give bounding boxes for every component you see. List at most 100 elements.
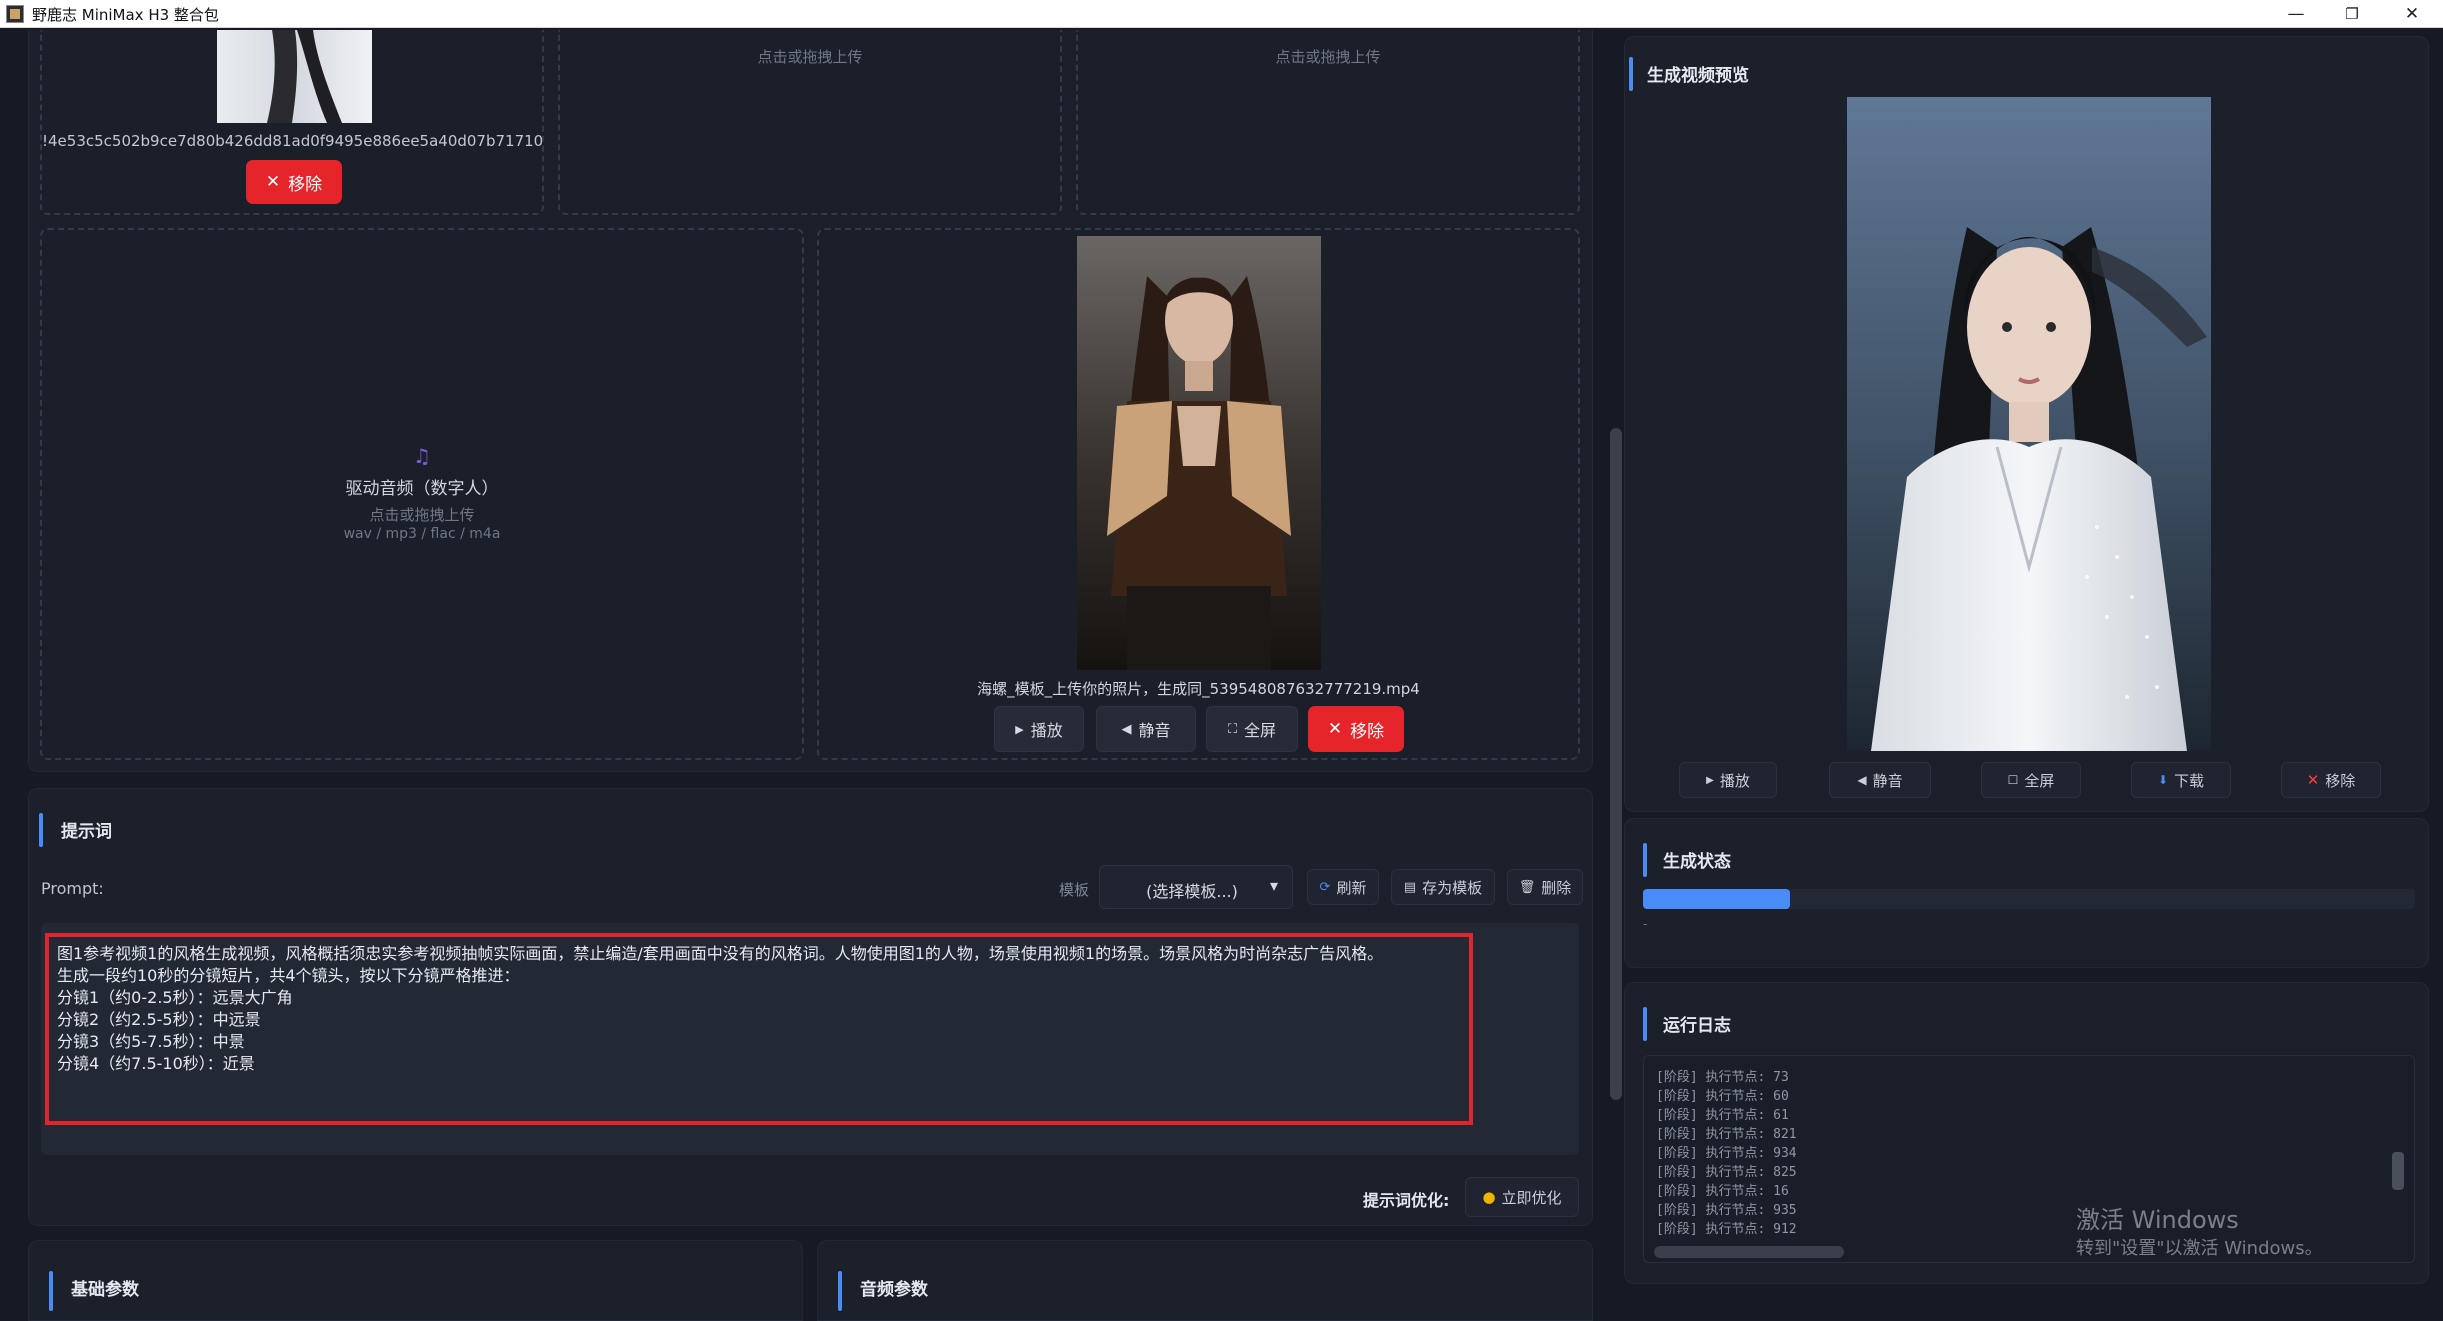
play-label: 播放 — [1030, 721, 1063, 740]
prompt-label: Prompt: — [41, 879, 104, 898]
progress-fill — [1643, 889, 1790, 909]
preview-fullscreen-button[interactable]: ☐ 全屏 — [1981, 762, 2081, 798]
remove-label: 移除 — [1350, 721, 1385, 742]
play-icon: ▶ — [1706, 774, 1714, 786]
preview-remove-button[interactable]: ✕ 移除 — [2281, 762, 2381, 798]
section-accent — [1643, 1007, 1647, 1041]
prompt-line: 生成一段约10秒的分镜短片，共4个镜头，按以下分镜严格推进： — [57, 966, 520, 985]
chevron-down-icon: ▾ — [1270, 876, 1279, 895]
main-scrollbar-track[interactable] — [1608, 30, 1624, 1321]
refresh-label: 刷新 — [1336, 878, 1367, 897]
save-template-button[interactable]: ▤ 存为模板 — [1391, 869, 1495, 905]
play-icon: ▶ — [1015, 722, 1024, 736]
template-label: 模板 — [1059, 881, 1090, 899]
audio-params-panel: 音频参数 — [817, 1240, 1593, 1321]
image-upload-card-1[interactable]: !4e53c5c502b9ce7d80b426dd81ad0f9495e886e… — [40, 30, 544, 215]
music-note-icon: ♫ — [413, 444, 431, 468]
preview-panel: 生成视频预览 ▶ 播放 ◀ 静音 ☐ 全屏 ⬇ 下载 ✕ 移除 — [1624, 36, 2429, 812]
optimize-now-button[interactable]: ● 立即优化 — [1465, 1177, 1579, 1217]
upload-hint: 点击或拖拽上传 — [757, 48, 863, 66]
preview-mute-button[interactable]: ◀ 静音 — [1829, 762, 1931, 798]
fullscreen-label: 全屏 — [1244, 721, 1277, 740]
save-template-label: 存为模板 — [1422, 878, 1483, 897]
template-select[interactable]: (选择模板...) ▾ — [1099, 865, 1293, 909]
remove-label: 移除 — [2325, 771, 2356, 790]
basic-params-title: 基础参数 — [71, 1280, 139, 1300]
section-accent — [1629, 57, 1633, 91]
log-line: [阶段] 执行节点: 73 — [1656, 1070, 1789, 1085]
play-button[interactable]: ▶ 播放 — [994, 706, 1084, 752]
upload-hint: 点击或拖拽上传 — [369, 506, 475, 524]
refresh-button[interactable]: ⟳ 刷新 — [1307, 869, 1379, 905]
video-filename: 海螺_模板_上传你的照片，生成同_539548087632777219.mp4 — [977, 680, 1420, 698]
app-icon — [6, 5, 24, 23]
section-accent — [49, 1271, 53, 1311]
title-bar: 野鹿志 MiniMax H3 整合包 — ❐ ✕ — [0, 0, 2443, 28]
log-line: [阶段] 执行节点: 935 — [1656, 1203, 1797, 1218]
status-title: 生成状态 — [1663, 852, 1731, 872]
speaker-mute-icon: ◀ — [1857, 773, 1867, 787]
optimize-label: 提示词优化: — [1363, 1191, 1450, 1210]
log-line: [阶段] 执行节点: 912 — [1656, 1222, 1797, 1237]
speaker-mute-icon: ◀ — [1121, 721, 1132, 737]
prompt-line: 分镜3（约5-7.5秒）：中景 — [57, 1032, 245, 1051]
window-title: 野鹿志 MiniMax H3 整合包 — [32, 6, 219, 24]
activation-watermark-text: 转到"设置"以激活 Windows。 — [2076, 1238, 2323, 1259]
status-text: - — [1643, 917, 1648, 931]
fullscreen-label: 全屏 — [2024, 771, 2055, 790]
download-icon: ⬇ — [2157, 773, 2169, 787]
close-window-button[interactable]: ✕ — [2382, 0, 2442, 28]
remove-image-button[interactable]: ✕ 移除 — [246, 160, 342, 204]
main-scrollbar-thumb[interactable] — [1610, 428, 1622, 1100]
audio-upload-card[interactable]: ♫ 驱动音频（数字人） 点击或拖拽上传 wav / mp3 / flac / m… — [40, 228, 804, 760]
minimize-button[interactable]: — — [2266, 0, 2326, 28]
log-line: [阶段] 执行节点: 16 — [1656, 1184, 1789, 1199]
section-accent — [39, 813, 43, 847]
video-upload-card[interactable]: 海螺_模板_上传你的照片，生成同_539548087632777219.mp4 … — [817, 228, 1580, 760]
section-accent — [1643, 843, 1647, 877]
status-panel: 生成状态 - — [1624, 818, 2429, 968]
trash-icon: 🗑 — [1518, 879, 1536, 895]
delete-label: 删除 — [1541, 878, 1572, 897]
mute-button[interactable]: ◀ 静音 — [1096, 706, 1196, 752]
preview-play-button[interactable]: ▶ 播放 — [1679, 762, 1777, 798]
prompt-textarea[interactable]: 图1参考视频1的风格生成视频，风格概括须忠实参考视频抽帧实际画面，禁止编造/套用… — [41, 923, 1579, 1155]
maximize-button[interactable]: ❐ — [2322, 0, 2382, 28]
fullscreen-button[interactable]: ⛶ 全屏 — [1206, 706, 1298, 752]
mute-label: 静音 — [1138, 721, 1171, 740]
lightbulb-icon: ● — [1482, 1188, 1496, 1206]
image-upload-card-3[interactable]: 点击或拖拽上传 — [1076, 30, 1580, 215]
basic-params-panel: 基础参数 — [28, 1240, 803, 1321]
prompt-line: 图1参考视频1的风格生成视频，风格概括须忠实参考视频抽帧实际画面，禁止编造/套用… — [57, 944, 1384, 963]
section-accent — [838, 1271, 842, 1311]
fullscreen-icon: ⛶ — [1227, 721, 1238, 737]
image-upload-card-2[interactable]: 点击或拖拽上传 — [558, 30, 1062, 215]
log-lines: [阶段] 执行节点: 73 [阶段] 执行节点: 60 [阶段] 执行节点: 6… — [1656, 1068, 1797, 1239]
close-icon: ✕ — [1327, 719, 1343, 739]
log-line: [阶段] 执行节点: 61 — [1656, 1108, 1789, 1123]
prompt-line: 分镜4（约7.5-10秒）：近景 — [57, 1054, 255, 1073]
template-select-value: (选择模板...) — [1146, 882, 1238, 901]
log-horizontal-scrollbar[interactable] — [1654, 1246, 1844, 1258]
close-icon: ✕ — [265, 172, 281, 192]
log-line: [阶段] 执行节点: 60 — [1656, 1089, 1789, 1104]
log-output[interactable]: [阶段] 执行节点: 73 [阶段] 执行节点: 60 [阶段] 执行节点: 6… — [1643, 1055, 2415, 1263]
log-title: 运行日志 — [1663, 1016, 1731, 1036]
save-icon: ▤ — [1403, 879, 1417, 895]
preview-download-button[interactable]: ⬇ 下载 — [2131, 762, 2231, 798]
fullscreen-icon: ☐ — [2007, 773, 2019, 787]
activation-watermark-title: 激活 Windows — [2076, 1206, 2239, 1234]
prompt-line: 分镜2（约2.5-5秒）：中远景 — [57, 1010, 261, 1029]
remove-video-button[interactable]: ✕ 移除 — [1308, 706, 1404, 752]
prompt-section-title: 提示词 — [61, 822, 112, 842]
delete-template-button[interactable]: 🗑 删除 — [1507, 869, 1583, 905]
optimize-now-label: 立即优化 — [1501, 1188, 1562, 1207]
prompt-text: 图1参考视频1的风格生成视频，风格概括须忠实参考视频抽帧实际画面，禁止编造/套用… — [57, 943, 1383, 1075]
close-icon: ✕ — [2306, 771, 2320, 789]
audio-card-title: 驱动音频（数字人） — [345, 479, 499, 499]
log-line: [阶段] 执行节点: 825 — [1656, 1165, 1797, 1180]
log-line: [阶段] 执行节点: 934 — [1656, 1146, 1797, 1161]
uploaded-image-thumbnail — [217, 30, 372, 123]
log-scrollbar-thumb[interactable] — [2392, 1152, 2404, 1190]
preview-video[interactable] — [1847, 97, 2211, 751]
